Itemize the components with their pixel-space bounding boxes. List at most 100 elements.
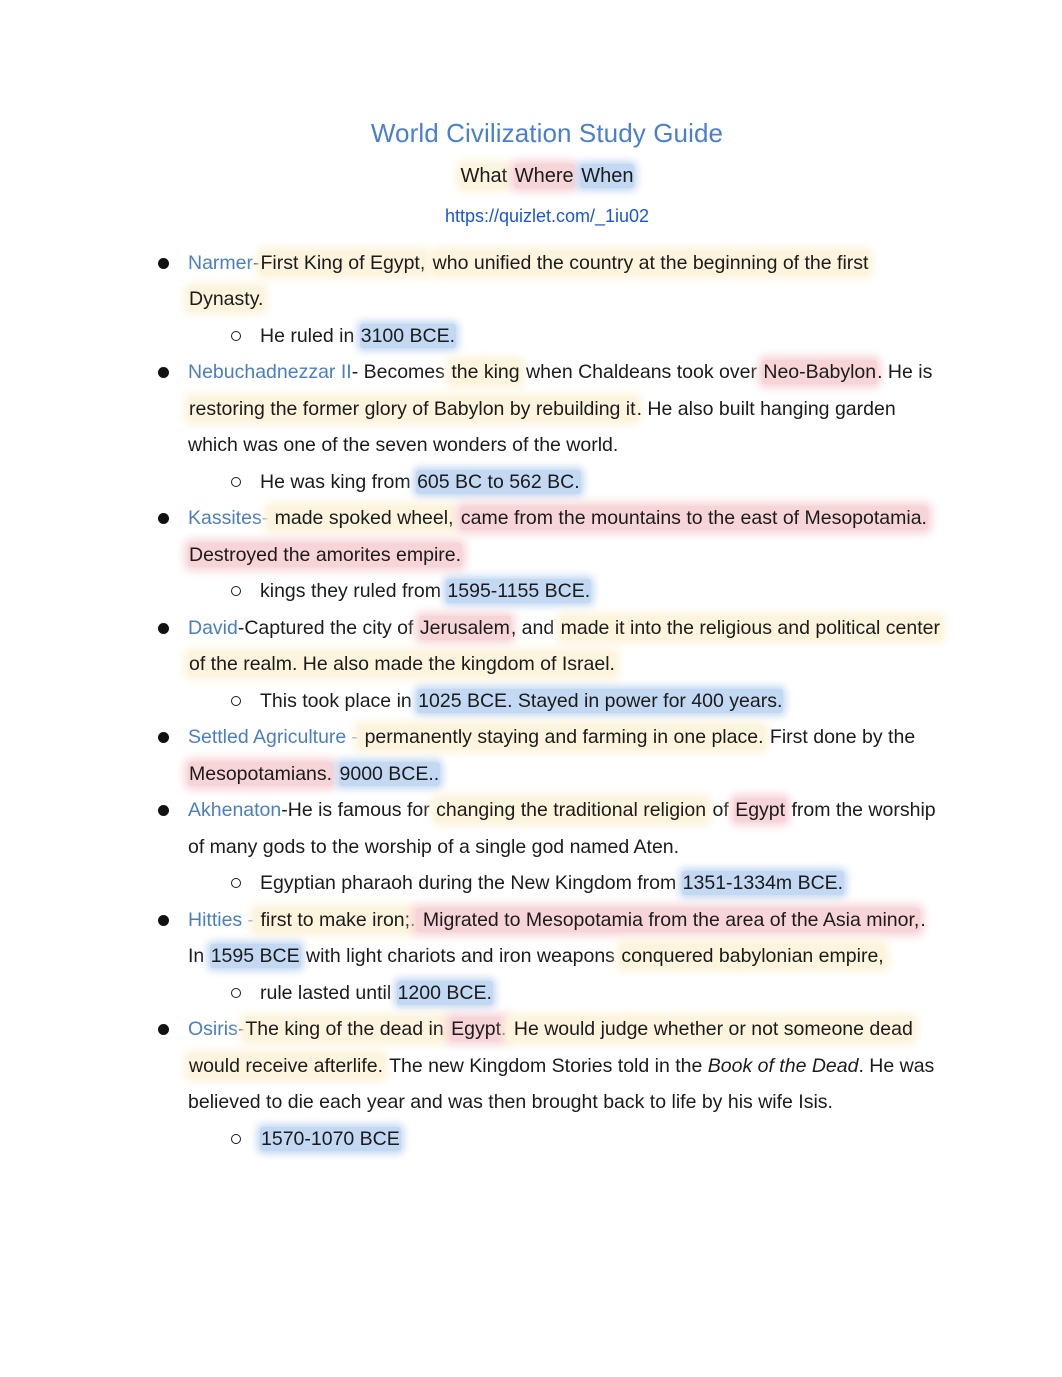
entry-when-highlight: 3100 BCE.: [359, 323, 457, 348]
sub-entry-text: He ruled in 3100 BCE.: [260, 318, 944, 355]
hollow-bullet-icon: [231, 586, 241, 597]
legend-where: Where: [513, 164, 575, 189]
hollow-bullet-icon: [231, 878, 241, 889]
entry-text: Hitties - first to make iron;. Migrated …: [188, 902, 944, 975]
entry-text: Settled Agriculture - permanently stayin…: [188, 719, 944, 792]
sub-entry-text: Egyptian pharaoh during the New Kingdom …: [260, 865, 944, 902]
sub-entry-text: kings they ruled from 1595-1155 BCE.: [260, 573, 944, 610]
sub-list: He ruled in 3100 BCE.: [188, 318, 944, 355]
entry-text: Nebuchadnezzar II- Becomes the king when…: [188, 354, 944, 464]
sub-list: kings they ruled from 1595-1155 BCE.: [188, 573, 944, 610]
entry-when-highlight: 9000 BCE..: [338, 761, 441, 786]
sub-list-item: 1570-1070 BCE: [230, 1121, 944, 1158]
entry-what-highlight: changing the traditional religion: [435, 798, 708, 823]
hollow-bullet-icon: [231, 987, 241, 998]
entry-text-plain: with light chariots and iron weapons: [300, 945, 621, 968]
sub-entry-text: rule lasted until 1200 BCE.: [260, 975, 944, 1012]
sub-entry-lead: He ruled in: [260, 324, 360, 347]
entry-when-highlight: 605 BC to 562 BC.: [416, 469, 581, 494]
list-item: Hitties - first to make iron;. Migrated …: [150, 902, 944, 1012]
hollow-bullet-icon: [231, 695, 241, 706]
entry-text-plain: The new Kingdom Stories told in the: [384, 1054, 708, 1077]
bullet-icon: [158, 914, 169, 926]
entry-where-highlight: Mesopotamians.: [188, 761, 334, 786]
entry-what-highlight: The king of the dead in: [244, 1017, 451, 1042]
entry-text: Akhenaton-He is famous for changing the …: [188, 792, 944, 865]
entry-text-plain: -He is famous for: [281, 799, 436, 822]
entry-when-highlight: 1200 BCE.: [396, 980, 493, 1005]
entry-term: Nebuchadnezzar II: [188, 361, 352, 384]
entry-text: Osiris-The king of the dead in Egypt. He…: [188, 1011, 944, 1121]
entry-where-highlight: Jerusalem: [418, 615, 511, 640]
sub-entry-lead: kings they ruled from: [260, 580, 447, 603]
sub-entry-lead: Egyptian pharaoh during the New Kingdom …: [260, 872, 682, 895]
entry-text-plain: of: [707, 799, 735, 822]
study-guide-list: Narmer-First King of Egypt, who unified …: [150, 245, 944, 1158]
hollow-bullet-icon: [231, 1133, 241, 1144]
quizlet-link[interactable]: https://quizlet.com/_1iu02: [445, 206, 649, 226]
entry-term: Hitties -: [188, 908, 255, 931]
entry-what-highlight: made spoked wheel,: [268, 506, 455, 531]
entry-term: David: [188, 616, 238, 639]
entry-text: Narmer-First King of Egypt, who unified …: [188, 245, 944, 318]
entry-text-plain: , and: [510, 616, 560, 639]
entry-term: Osiris: [188, 1018, 238, 1041]
entry-text: Kassites- made spoked wheel, came from t…: [188, 500, 944, 573]
entry-term: Settled Agriculture -: [188, 726, 359, 749]
entry-where-highlight: Egypt: [734, 798, 787, 823]
sub-entry-lead: rule lasted until: [260, 981, 397, 1004]
sub-list-item: kings they ruled from 1595-1155 BCE.: [230, 573, 944, 610]
entry-where-highlight: Neo-Babylon: [762, 360, 878, 385]
legend-what: What: [459, 164, 509, 189]
sub-list-item: This took place in 1025 BCE. Stayed in p…: [230, 683, 944, 720]
sub-list: 1570-1070 BCE: [188, 1121, 944, 1158]
entry-when-highlight: 1025 BCE. Stayed in power for 400 years.: [417, 688, 784, 713]
entry-when-highlight: 1351-1334m BCE.: [681, 871, 845, 896]
list-item: Kassites- made spoked wheel, came from t…: [150, 500, 944, 610]
sub-entry-lead: He was king from: [260, 470, 417, 493]
sub-list: This took place in 1025 BCE. Stayed in p…: [188, 683, 944, 720]
hollow-bullet-icon: [231, 476, 241, 487]
entry-text-plain: [333, 763, 338, 785]
entry-term: Akhenaton: [188, 799, 282, 822]
list-item: Osiris-The king of the dead in Egypt. He…: [150, 1011, 944, 1157]
book-title-italic: Book of the Dead: [707, 1054, 859, 1077]
list-item: Settled Agriculture - permanently stayin…: [150, 719, 944, 792]
entry-term: Kassites-: [188, 507, 269, 530]
entry-what-highlight: first to make iron;.: [254, 907, 417, 932]
sub-list-item: He was king from 605 BC to 562 BC.: [230, 464, 944, 501]
bullet-icon: [158, 513, 169, 525]
bullet-icon: [158, 732, 169, 744]
entry-text-plain: -Captured the city of: [237, 616, 419, 639]
entry-text-plain: -: [253, 251, 260, 274]
entry-term: Narmer: [188, 251, 254, 274]
entry-text-plain: - Becomes: [351, 361, 451, 384]
sub-list: Egyptian pharaoh during the New Kingdom …: [188, 865, 944, 902]
list-item: Akhenaton-He is famous for changing the …: [150, 792, 944, 902]
bullet-icon: [158, 622, 169, 634]
sub-entry-text: 1570-1070 BCE: [260, 1121, 944, 1158]
bullet-icon: [158, 257, 169, 269]
entry-what-highlight: permanently staying and farming in one p…: [358, 725, 765, 750]
entry-what-highlight: the king: [450, 360, 521, 385]
entry-when-highlight: 1570-1070 BCE: [260, 1126, 401, 1151]
entry-what-highlight: First King of Egypt,: [259, 250, 427, 275]
entry-text: David-Captured the city of Jerusalem, an…: [188, 610, 944, 683]
legend-subtitle: What Where When: [150, 163, 944, 189]
bullet-icon: [158, 1024, 169, 1036]
page-title: World Civilization Study Guide: [370, 118, 724, 148]
list-item: Nebuchadnezzar II- Becomes the king when…: [150, 354, 944, 500]
sub-list: rule lasted until 1200 BCE.: [188, 975, 944, 1012]
entry-when-highlight: 1595-1155 BCE.: [446, 579, 592, 604]
quizlet-link-row: https://quizlet.com/_1iu02: [150, 205, 944, 228]
sub-entry-text: He was king from 605 BC to 562 BC.: [260, 464, 944, 501]
document-page: World Civilization Study Guide What Wher…: [0, 0, 1062, 1377]
sub-list-item: He ruled in 3100 BCE.: [230, 318, 944, 355]
bullet-icon: [158, 367, 169, 379]
entry-what-highlight: restoring the former glory of Babylon by…: [188, 396, 637, 421]
entry-text-plain: . He is: [877, 361, 933, 384]
list-item: David-Captured the city of Jerusalem, an…: [150, 610, 944, 720]
sub-list-item: rule lasted until 1200 BCE.: [230, 975, 944, 1012]
sub-entry-lead: This took place in: [260, 689, 418, 712]
entry-when-highlight: 1595 BCE: [209, 944, 301, 969]
